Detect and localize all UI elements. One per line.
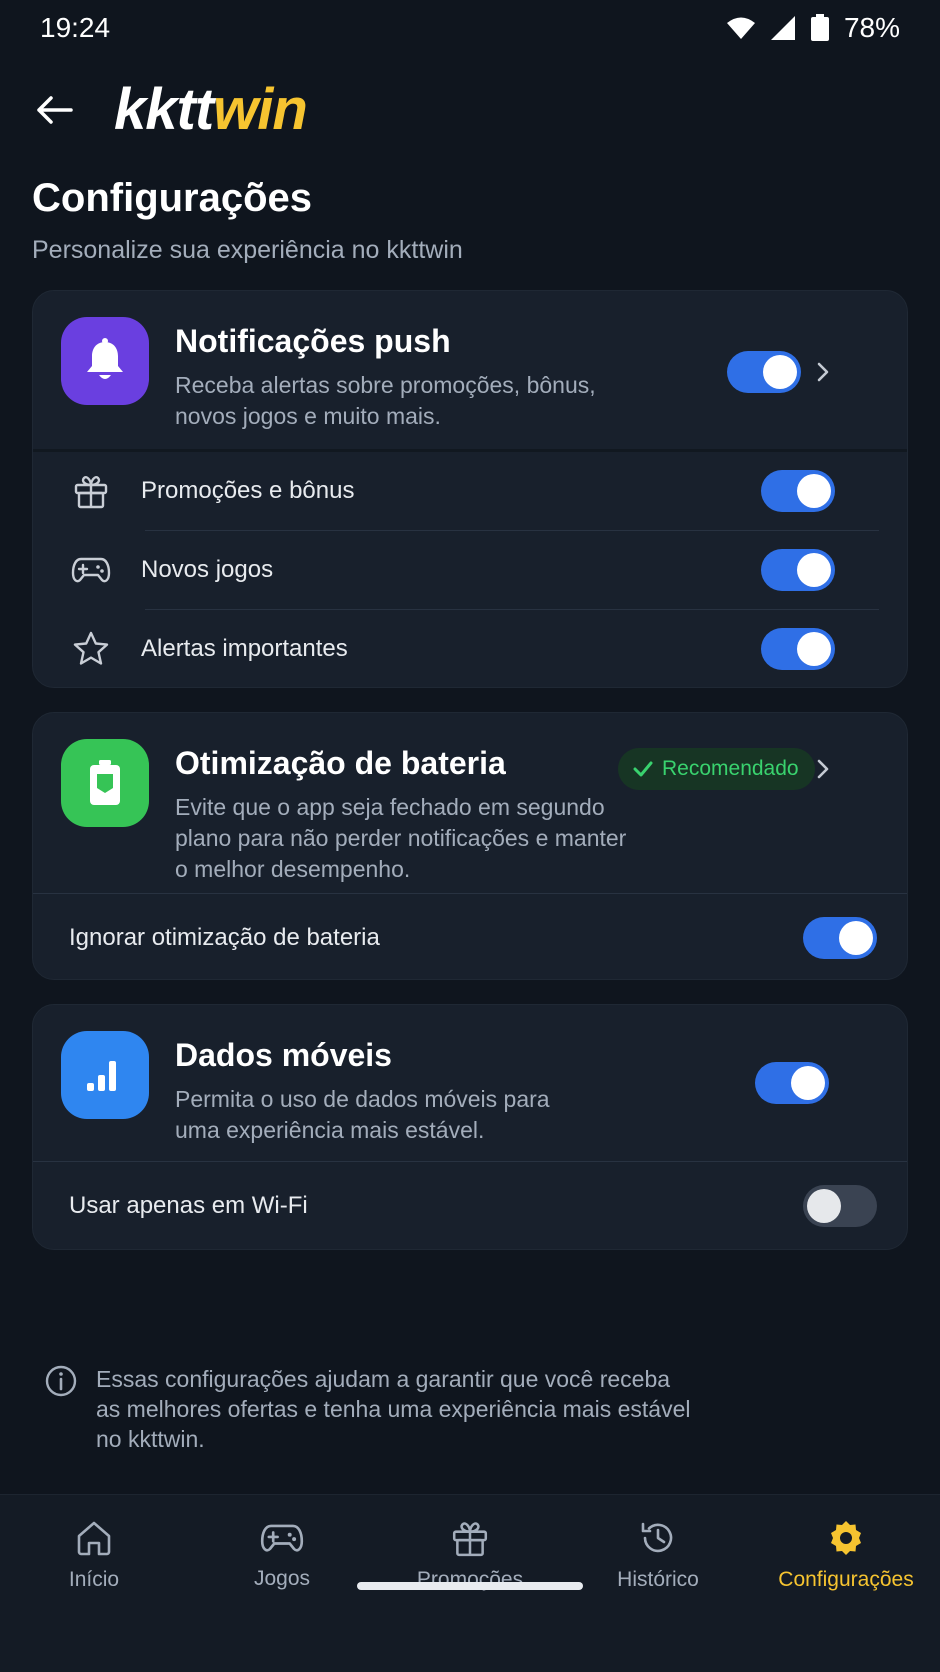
nav-item-configuracoes[interactable]: Configurações bbox=[752, 1495, 940, 1615]
battery-desc-line1: Evite que o app seja fechado em segundo bbox=[175, 794, 605, 820]
mobile-data-card: Dados móveis Permita o uso de dados móve… bbox=[32, 1004, 908, 1250]
nav-item-promocoes[interactable]: Promoções bbox=[376, 1495, 564, 1615]
ignore-battery-label: Ignorar otimização de bateria bbox=[69, 924, 380, 951]
battery-desc-line3: o melhor desempenho. bbox=[175, 856, 411, 882]
page-title: Configurações bbox=[32, 176, 313, 220]
app-header: kkttwin bbox=[0, 70, 940, 150]
gamepad-icon bbox=[71, 557, 111, 583]
check-icon bbox=[633, 761, 653, 777]
nav-item-jogos[interactable]: Jogos bbox=[188, 1495, 376, 1615]
wifi-only-row[interactable]: Usar apenas em Wi-Fi bbox=[33, 1162, 907, 1249]
data-icon-tile bbox=[61, 1031, 149, 1119]
push-title: Notificações push bbox=[175, 323, 451, 359]
nav-label: Início bbox=[68, 1568, 120, 1591]
gamepad-icon bbox=[260, 1524, 304, 1552]
status-time: 19:24 bbox=[40, 12, 111, 43]
mobile-data-title: Dados móveis bbox=[175, 1037, 392, 1073]
info-line2: as melhores ofertas e tenha uma experiên… bbox=[96, 1396, 691, 1422]
mobile-data-header[interactable]: Dados móveis Permita o uso de dados móve… bbox=[33, 1005, 907, 1161]
alertas-toggle[interactable] bbox=[761, 628, 835, 670]
info-line1: Essas configurações ajudam a garantir qu… bbox=[96, 1366, 671, 1392]
push-item-label: Alertas importantes bbox=[141, 635, 348, 662]
chevron-right-icon bbox=[817, 759, 829, 779]
info-icon bbox=[45, 1365, 77, 1397]
push-item-alertas[interactable]: Alertas importantes bbox=[33, 610, 907, 687]
nav-item-inicio[interactable]: Início bbox=[0, 1495, 188, 1615]
gear-icon bbox=[831, 1521, 861, 1555]
nav-label: Jogos bbox=[253, 1567, 311, 1590]
push-notifications-header[interactable]: Notificações push Receba alertas sobre p… bbox=[33, 291, 907, 449]
back-button[interactable] bbox=[32, 88, 76, 132]
push-item-label: Novos jogos bbox=[141, 556, 274, 583]
star-icon bbox=[73, 631, 109, 665]
push-item-label: Promoções e bônus bbox=[141, 477, 355, 504]
push-desc-line2: novos jogos e muito mais. bbox=[175, 403, 441, 429]
novos-jogos-toggle[interactable] bbox=[761, 549, 835, 591]
gift-icon bbox=[74, 476, 108, 509]
battery-optimization-header[interactable]: Otimização de bateria Evite que o app se… bbox=[33, 713, 907, 893]
info-note: Essas configurações ajudam a garantir qu… bbox=[44, 1364, 904, 1454]
wifi-only-label: Usar apenas em Wi-Fi bbox=[69, 1192, 308, 1219]
home-indicator[interactable] bbox=[357, 1582, 583, 1590]
ignore-battery-optimization-row[interactable]: Ignorar otimização de bateria bbox=[33, 894, 907, 979]
home-icon bbox=[77, 1521, 111, 1556]
nav-label: Configurações bbox=[778, 1568, 914, 1591]
push-desc-line1: Receba alertas sobre promoções, bônus, bbox=[175, 372, 596, 398]
push-icon-tile bbox=[61, 317, 149, 405]
battery-shield-icon bbox=[90, 760, 120, 805]
chevron-right-icon bbox=[817, 362, 829, 382]
push-item-promocoes[interactable]: Promoções e bônus bbox=[33, 452, 907, 530]
logo-part2: win bbox=[213, 77, 308, 142]
ignore-battery-toggle[interactable] bbox=[803, 917, 877, 959]
battery-icon-tile bbox=[61, 739, 149, 827]
app-logo: kkttwin bbox=[114, 81, 308, 139]
nav-item-historico[interactable]: Histórico bbox=[564, 1495, 752, 1615]
logo-part1: kktt bbox=[114, 77, 214, 142]
info-line3: no kkttwin. bbox=[96, 1426, 205, 1452]
battery-percent: 78% bbox=[843, 12, 900, 43]
promocoes-toggle[interactable] bbox=[761, 470, 835, 512]
badge-label: Recomendado bbox=[662, 757, 799, 780]
battery-icon bbox=[810, 14, 829, 41]
page-subtitle: Personalize sua experiência no kkttwin bbox=[32, 236, 463, 264]
signal-icon bbox=[770, 16, 795, 40]
recommended-badge: Recomendado bbox=[618, 748, 815, 790]
mobile-data-toggle[interactable] bbox=[755, 1062, 829, 1104]
status-bar: 19:24 78% bbox=[0, 0, 940, 56]
arrow-left-icon bbox=[37, 96, 73, 124]
push-toggle[interactable] bbox=[727, 351, 801, 393]
battery-desc-line2: plano para não perder notificações e man… bbox=[175, 825, 627, 851]
signal-bars-icon bbox=[87, 1061, 116, 1091]
status-icons: 78% bbox=[726, 12, 900, 44]
mobile-data-desc-line1: Permita o uso de dados móveis para bbox=[175, 1086, 550, 1112]
nav-label: Histórico bbox=[617, 1568, 699, 1591]
battery-title: Otimização de bateria bbox=[175, 745, 506, 781]
gift-icon bbox=[452, 1522, 488, 1557]
wifi-icon bbox=[726, 17, 755, 39]
bell-icon bbox=[87, 338, 123, 379]
push-notifications-card: Notificações push Receba alertas sobre p… bbox=[32, 290, 908, 688]
history-icon bbox=[641, 1522, 673, 1553]
push-item-novos-jogos[interactable]: Novos jogos bbox=[33, 531, 907, 609]
battery-optimization-card: Otimização de bateria Evite que o app se… bbox=[32, 712, 908, 980]
wifi-only-toggle[interactable] bbox=[803, 1185, 877, 1227]
mobile-data-desc-line2: uma experiência mais estável. bbox=[175, 1117, 485, 1143]
